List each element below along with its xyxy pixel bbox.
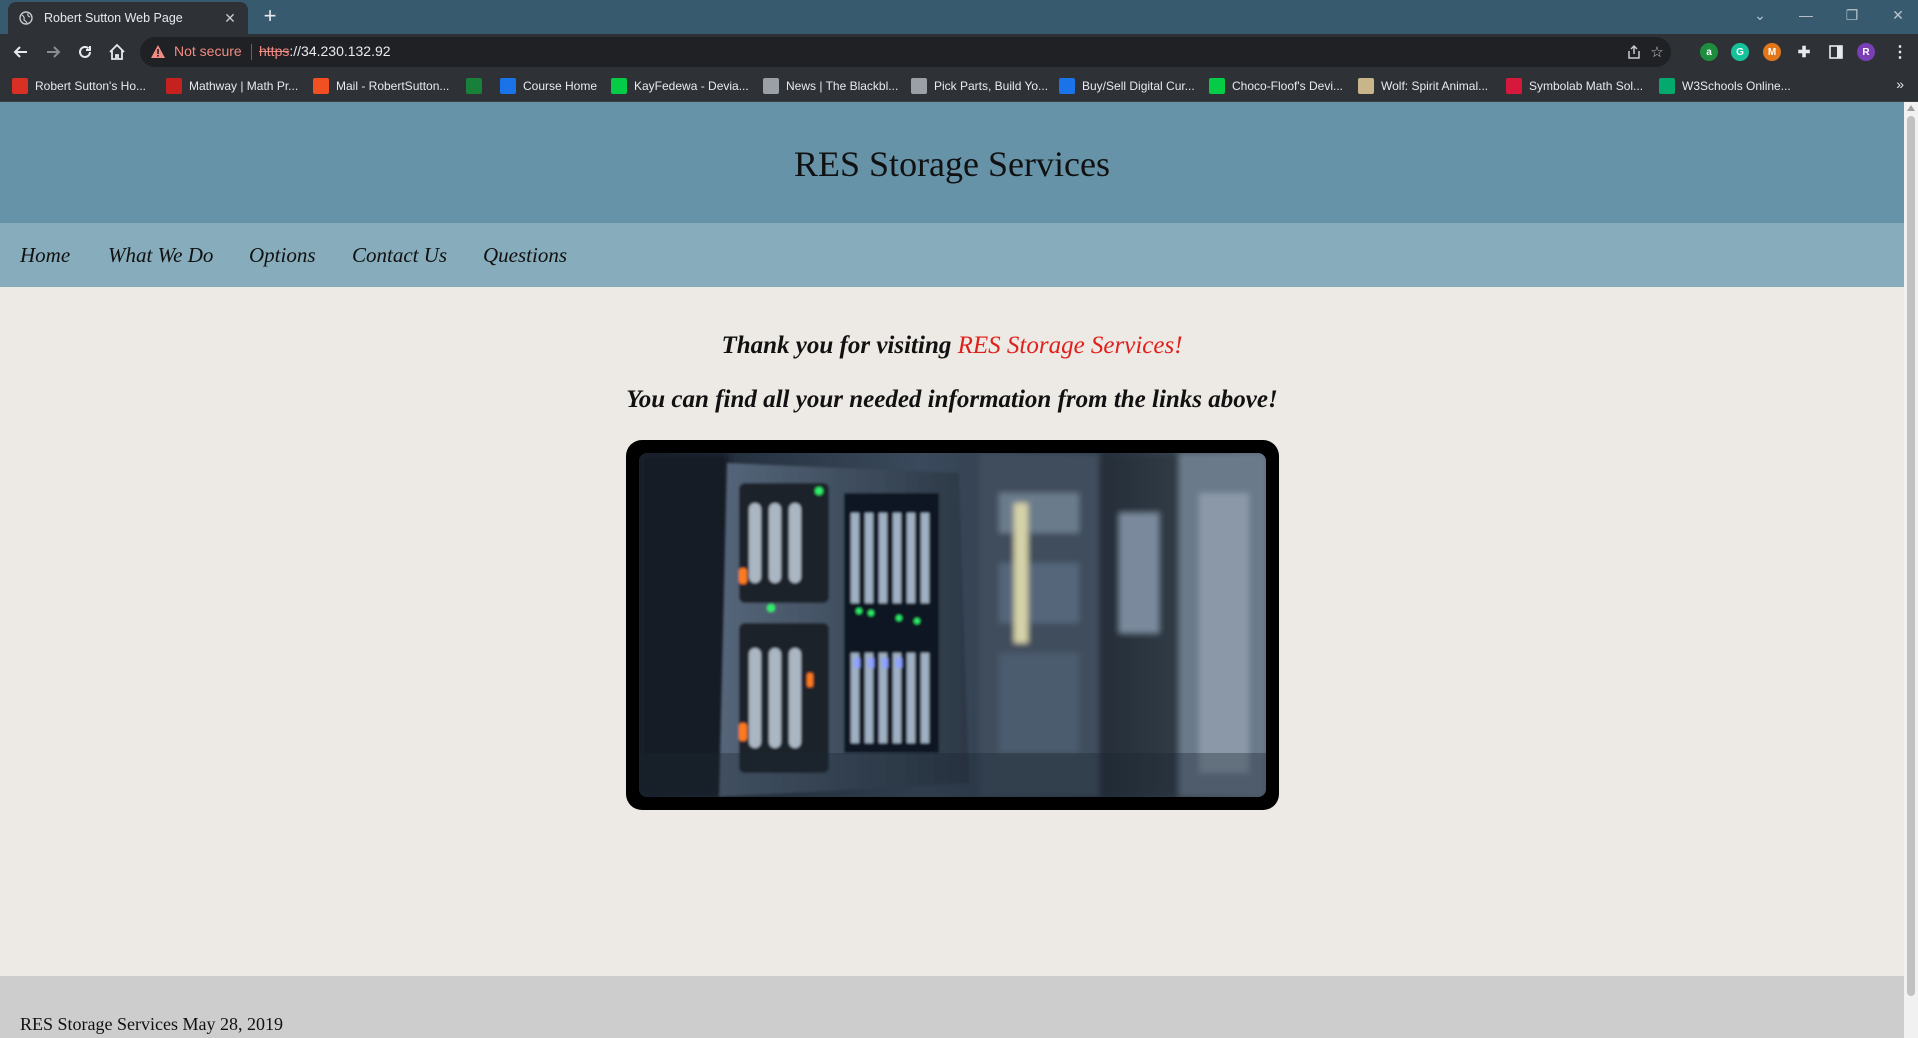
- extensions-puzzle-icon[interactable]: ✚: [1795, 43, 1813, 61]
- divider: [251, 44, 252, 60]
- coinbase-icon: [1059, 78, 1075, 94]
- browser-toolbar: Not secure https://34.230.132.92 ☆ a G M…: [0, 34, 1918, 70]
- site-footer: RES Storage Services May 28, 2019: [0, 976, 1904, 1038]
- nav-home[interactable]: Home: [20, 243, 70, 268]
- bookmark-item[interactable]: Mathway | Math Pr...: [166, 77, 298, 95]
- security-label[interactable]: Not secure: [174, 43, 242, 59]
- scrollbar-thumb[interactable]: [1907, 116, 1915, 996]
- welcome-highlight: RES Storage Services!: [957, 332, 1183, 359]
- site-title: RES Storage Services: [794, 143, 1110, 184]
- bookmark-item[interactable]: Symbolab Math Sol...: [1506, 77, 1643, 95]
- address-bar[interactable]: Not secure https://34.230.132.92 ☆: [140, 37, 1671, 67]
- microsoft-icon: [313, 78, 329, 94]
- nav-contact-us[interactable]: Contact Us: [352, 243, 447, 268]
- bookmark-label: Course Home: [523, 79, 598, 93]
- w3schools-icon: [1659, 78, 1675, 94]
- browser-tab[interactable]: Robert Sutton Web Page ✕: [8, 2, 248, 34]
- globe-icon: [18, 10, 34, 26]
- nav-options[interactable]: Options: [249, 243, 316, 268]
- footer-text: RES Storage Services May 28, 2019: [20, 1014, 283, 1034]
- bookmark-label: Mathway | Math Pr...: [189, 79, 299, 93]
- more-bookmarks-icon[interactable]: »: [1896, 76, 1904, 92]
- bookmark-label: Mail - RobertSutton...: [336, 79, 450, 93]
- side-panel-icon[interactable]: [1827, 43, 1845, 61]
- welcome-line: Thank you for visiting RES Storage Servi…: [0, 332, 1904, 360]
- bookmark-label: W3Schools Online...: [1682, 79, 1791, 93]
- pcpartpicker-icon: [911, 78, 927, 94]
- menu-kebab-icon[interactable]: ⋮: [1891, 43, 1909, 61]
- bookmark-label: Robert Sutton's Ho...: [35, 79, 147, 93]
- close-window-button[interactable]: ✕: [1878, 0, 1918, 30]
- site-nav: Home What We Do Options Contact Us Quest…: [0, 223, 1904, 287]
- bookmark-item[interactable]: Wolf: Spirit Animal...: [1358, 77, 1488, 95]
- url-host: ://34.230.132.92: [289, 43, 391, 59]
- warning-icon[interactable]: [150, 44, 166, 64]
- bookmark-star-icon[interactable]: ☆: [1648, 43, 1666, 61]
- symbolab-icon: [1506, 78, 1522, 94]
- extension-icon[interactable]: a: [1700, 43, 1718, 61]
- bookmark-item[interactable]: Pick Parts, Build Yo...: [911, 77, 1048, 95]
- wolf-icon: [1358, 78, 1374, 94]
- bookmark-item[interactable]: News | The Blackbl...: [763, 77, 898, 95]
- profile-avatar[interactable]: R: [1857, 43, 1875, 61]
- tab-strip: Robert Sutton Web Page ✕ + ⌄ — ❐ ✕: [0, 0, 1918, 34]
- url-scheme: https: [259, 43, 290, 59]
- site-header: RES Storage Services: [0, 102, 1904, 223]
- bookmark-label: KayFedewa - Devia...: [634, 79, 749, 93]
- new-tab-button[interactable]: +: [258, 5, 282, 29]
- bookmark-item[interactable]: KayFedewa - Devia...: [611, 77, 749, 95]
- deviantart-icon: [611, 78, 627, 94]
- nav-questions[interactable]: Questions: [483, 243, 567, 268]
- mathway-icon: [166, 78, 182, 94]
- bookmark-label: Pick Parts, Build Yo...: [934, 79, 1049, 93]
- share-icon[interactable]: [1625, 43, 1643, 61]
- back-icon[interactable]: [9, 40, 33, 64]
- url-text[interactable]: https://34.230.132.92: [259, 43, 391, 59]
- bookmark-item[interactable]: Robert Sutton's Ho...: [12, 77, 146, 95]
- globe-icon: [763, 78, 779, 94]
- bookmark-item[interactable]: Mail - RobertSutton...: [313, 77, 449, 95]
- server-rack-image: [639, 453, 1266, 797]
- bookmark-item[interactable]: Course Home: [500, 77, 597, 95]
- home-icon[interactable]: [105, 40, 129, 64]
- welcome-prefix: Thank you for visiting: [721, 332, 958, 359]
- deviantart-icon: [1209, 78, 1225, 94]
- bookmark-item[interactable]: Buy/Sell Digital Cur...: [1059, 77, 1195, 95]
- bookmark-label: Symbolab Math Sol...: [1529, 79, 1644, 93]
- nav-what-we-do[interactable]: What We Do: [108, 243, 213, 268]
- forward-icon[interactable]: [41, 40, 65, 64]
- bookmark-item[interactable]: [466, 77, 489, 95]
- minimize-button[interactable]: —: [1786, 0, 1826, 30]
- bookmark-item[interactable]: W3Schools Online...: [1659, 77, 1791, 95]
- page-scrollbar[interactable]: [1904, 102, 1918, 1038]
- restore-button[interactable]: ❐: [1832, 0, 1872, 30]
- tab-search-chevron-icon[interactable]: ⌄: [1740, 0, 1780, 30]
- bookmark-label: News | The Blackbl...: [786, 79, 899, 93]
- bookmark-label: Buy/Sell Digital Cur...: [1082, 79, 1195, 93]
- reload-icon[interactable]: [73, 40, 97, 64]
- scroll-up-icon[interactable]: [1907, 105, 1915, 111]
- hero-image-frame: [626, 440, 1279, 810]
- x-icon: [12, 78, 28, 94]
- p-icon: [500, 78, 516, 94]
- tab-title: Robert Sutton Web Page: [44, 11, 183, 25]
- bookmark-item[interactable]: Choco-Floof's Devi...: [1209, 77, 1343, 95]
- bookmarks-bar: » Robert Sutton's Ho... Mathway | Math Pr…: [0, 70, 1918, 102]
- tab-close-icon[interactable]: ✕: [222, 10, 238, 26]
- info-line: You can find all your needed information…: [626, 386, 1278, 413]
- metamask-icon[interactable]: M: [1763, 43, 1781, 61]
- grammarly-icon[interactable]: G: [1731, 43, 1749, 61]
- web-page: RES Storage Services Home What We Do Opt…: [0, 102, 1904, 1038]
- w-icon: [466, 78, 482, 94]
- bookmark-label: Choco-Floof's Devi...: [1232, 79, 1343, 93]
- bookmark-label: Wolf: Spirit Animal...: [1381, 79, 1489, 93]
